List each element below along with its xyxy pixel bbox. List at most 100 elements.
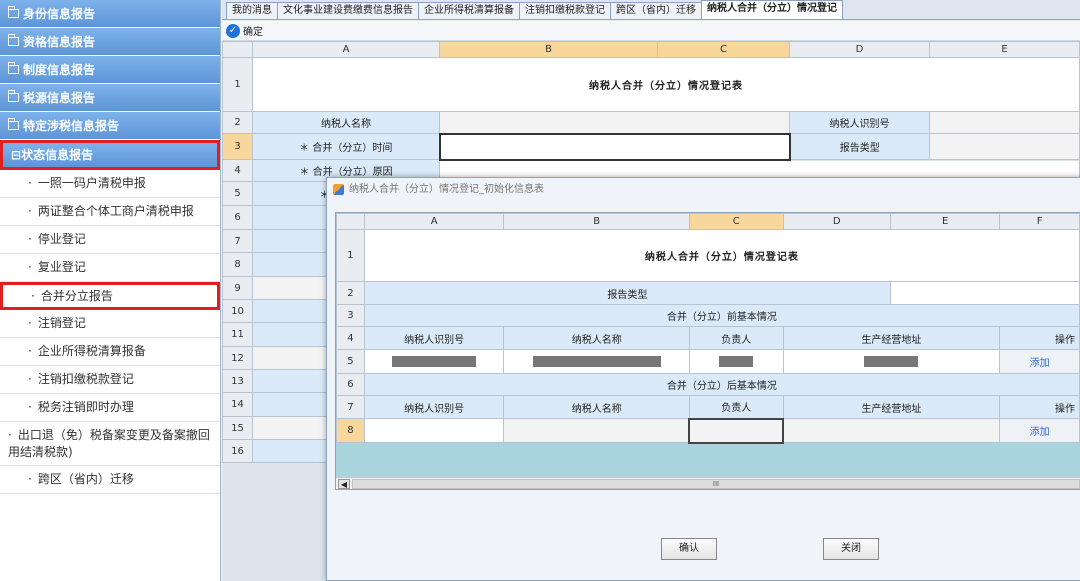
report-type-field[interactable]: [889, 281, 1080, 305]
row-header[interactable]: 6: [222, 205, 253, 230]
category-specific-tax-info[interactable]: 特定涉税信息报告: [0, 112, 220, 140]
taxpayer-id-label: 纳税人识别号: [789, 111, 930, 134]
init-info-dialog: 纳税人合并（分立）情况登记_初始化信息表 A B C D E F 1 纳税人合并…: [326, 177, 1080, 581]
category-identity-info[interactable]: 身份信息报告: [0, 0, 220, 28]
category-tax-source-info[interactable]: 税源信息报告: [0, 84, 220, 112]
row-header[interactable]: 2: [336, 281, 365, 305]
sidebar-item-individual-clearance[interactable]: · 两证整合个体工商户清税申报: [0, 198, 220, 226]
add-after-button[interactable]: 添加: [999, 418, 1080, 443]
before-taxpayer-name[interactable]: [503, 349, 690, 374]
taxpayer-name-field[interactable]: [439, 111, 790, 134]
row-header[interactable]: 6: [336, 373, 365, 396]
corner-cell: [336, 213, 365, 230]
col-header[interactable]: E: [889, 213, 1001, 230]
sidebar-item-withholding-deregistration[interactable]: · 注销扣缴税款登记: [0, 366, 220, 394]
before-address[interactable]: [782, 349, 1001, 374]
col-header[interactable]: B: [503, 213, 690, 230]
sidebar-item-resumption[interactable]: · 复业登记: [0, 254, 220, 282]
row-header[interactable]: 15: [222, 416, 253, 440]
col-header[interactable]: D: [782, 213, 891, 230]
close-button[interactable]: 关闭: [823, 538, 879, 560]
before-person-in-charge[interactable]: [688, 349, 784, 374]
bullet-icon: ·: [28, 372, 32, 386]
category-status-info[interactable]: ⊟ 状态信息报告: [0, 140, 220, 170]
corner-cell: [222, 41, 253, 58]
sidebar-item-cit-liquidation[interactable]: · 企业所得税清算报备: [0, 338, 220, 366]
row-header[interactable]: 7: [336, 395, 365, 419]
tab-cross-region-migration[interactable]: 跨区（省内）迁移: [610, 2, 702, 19]
after-address-field[interactable]: [782, 418, 1001, 443]
row-header[interactable]: 12: [222, 346, 253, 370]
row-header[interactable]: 1: [222, 57, 253, 112]
after-taxpayer-name-field[interactable]: [503, 418, 690, 443]
after-taxpayer-id-field[interactable]: [363, 418, 505, 443]
tab-withholding-deregistration[interactable]: 注销扣缴税款登记: [519, 2, 611, 19]
col-header[interactable]: F: [999, 213, 1080, 230]
sidebar-item-label: 企业所得税清算报备: [37, 344, 146, 358]
scroll-left-icon[interactable]: ◀: [338, 479, 350, 489]
col-header[interactable]: B: [439, 41, 658, 58]
toolbar: ✓ 确定: [222, 21, 1080, 41]
row-header[interactable]: 10: [222, 299, 253, 323]
row-header[interactable]: 3: [336, 304, 365, 327]
add-before-button[interactable]: 添加: [999, 349, 1080, 374]
row-header[interactable]: 5: [336, 349, 365, 374]
row-header[interactable]: 14: [222, 392, 253, 417]
dialog-grid-area: A B C D E F 1 纳税人合并（分立）情况登记表 2 报告类型 3 合并…: [335, 212, 1080, 490]
header-taxpayer-id: 纳税人识别号: [363, 326, 505, 350]
tab-merge-split-registration[interactable]: 纳税人合并（分立）情况登记: [701, 0, 843, 19]
confirm-label: 确定: [243, 27, 263, 38]
merge-time-field[interactable]: [438, 132, 791, 161]
minus-icon: ⊟: [11, 148, 22, 162]
row-header[interactable]: 13: [222, 369, 253, 393]
row-header[interactable]: 3: [222, 133, 253, 160]
sidebar-item-suspension[interactable]: · 停业登记: [0, 226, 220, 254]
row-header[interactable]: 4: [222, 159, 253, 182]
sidebar-item-instant-deregistration[interactable]: · 税务注销即时办理: [0, 394, 220, 422]
taxpayer-name-label: 纳税人名称: [252, 111, 440, 134]
tab-culture-fee-report[interactable]: 文化事业建设费缴费信息报告: [277, 2, 419, 19]
tab-my-messages[interactable]: 我的消息: [226, 2, 278, 19]
tab-cit-liquidation[interactable]: 企业所得税清算报备: [418, 2, 520, 19]
category-system-info[interactable]: 制度信息报告: [0, 56, 220, 84]
col-header[interactable]: D: [789, 41, 930, 58]
header-person-in-charge: 负责人: [688, 326, 784, 350]
row-header[interactable]: 16: [222, 439, 253, 463]
row-header[interactable]: 8: [222, 252, 253, 277]
confirm-button[interactable]: ✓ 确定: [226, 23, 263, 38]
taxpayer-id-field[interactable]: [929, 111, 1080, 134]
ok-button[interactable]: 确认: [661, 538, 717, 560]
after-person-in-charge-field[interactable]: [688, 417, 785, 444]
horizontal-scrollbar[interactable]: ◀ III: [336, 477, 1080, 489]
col-header[interactable]: A: [363, 213, 505, 230]
category-qualification-info[interactable]: 资格信息报告: [0, 28, 220, 56]
sidebar-item-label: 注销登记: [37, 316, 86, 330]
col-header[interactable]: E: [929, 41, 1080, 58]
sidebar-item-merge-split-report[interactable]: · 合并分立报告: [0, 282, 220, 310]
row-header[interactable]: 2: [222, 111, 253, 134]
report-type-field[interactable]: [929, 133, 1080, 160]
col-header[interactable]: C: [657, 41, 790, 58]
dialog-title-bar[interactable]: 纳税人合并（分立）情况登记_初始化信息表: [327, 178, 1080, 202]
category-label: 身份信息报告: [23, 6, 96, 21]
sidebar-item-unified-code-clearance[interactable]: · 一照一码户清税申报: [0, 170, 220, 198]
check-icon: ✓: [226, 23, 240, 38]
sidebar: 身份信息报告 资格信息报告 制度信息报告 税源信息报告 特定涉税信息报告 ⊟ 状态…: [0, 0, 221, 581]
row-header[interactable]: 8: [336, 418, 365, 443]
row-header[interactable]: 1: [336, 229, 365, 282]
sidebar-item-cross-region-migration[interactable]: · 跨区（省内）迁移: [0, 466, 220, 494]
scroll-thumb[interactable]: III: [352, 479, 1080, 489]
col-header[interactable]: C: [688, 213, 784, 230]
before-section-header: 合并（分立）前基本情况: [363, 304, 1080, 327]
col-header[interactable]: A: [252, 41, 440, 58]
row-header[interactable]: 11: [222, 322, 253, 347]
row-header[interactable]: 9: [222, 276, 253, 300]
row-header[interactable]: 4: [336, 326, 365, 350]
sidebar-item-deregistration[interactable]: · 注销登记: [0, 310, 220, 338]
row-header[interactable]: 5: [222, 181, 253, 206]
before-taxpayer-id[interactable]: [363, 349, 505, 374]
sidebar-item-export-refund-change[interactable]: · 出口退（免）税备案变更及备案撤回用结清税款): [0, 422, 220, 466]
category-label: 特定涉税信息报告: [23, 118, 120, 133]
row-header[interactable]: 7: [222, 229, 253, 253]
sidebar-item-label: 注销扣缴税款登记: [37, 372, 134, 386]
